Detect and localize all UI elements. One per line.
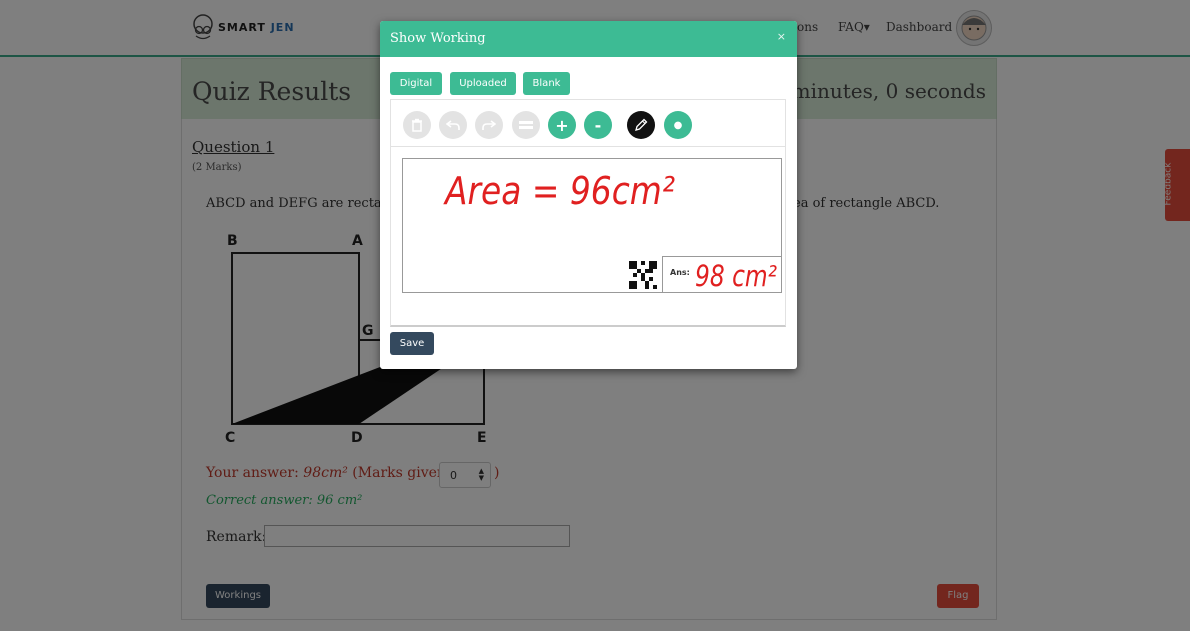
drawing-canvas-area[interactable]: Area = 96cm² Ans: 98 cm² [390,147,786,327]
swap-icon[interactable] [512,111,540,139]
tab-blank[interactable]: Blank [523,72,570,95]
answer-box: Ans: 98 cm² [662,256,781,293]
brush-size-dot-icon[interactable]: ● [664,111,692,139]
handwritten-answer-layer: 98 cm² [695,259,777,293]
undo-icon[interactable] [439,111,467,139]
handwritten-working: Area = 96cm² [442,169,675,213]
modal-title: Show Working [390,31,486,46]
drawing-toolbar: + - ● [390,99,786,147]
zoom-out-button[interactable]: - [584,111,612,139]
save-button[interactable]: Save [390,332,434,355]
modal-header: Show Working × [380,21,797,57]
pencil-icon[interactable] [627,111,655,139]
redo-icon[interactable] [475,111,503,139]
working-paper[interactable]: Area = 96cm² Ans: 98 cm² [402,158,782,293]
trash-icon[interactable] [403,111,431,139]
handwritten-answer: 98 cm² [695,259,777,293]
qr-code-icon [629,261,657,289]
tab-digital[interactable]: Digital [390,72,442,95]
zoom-in-button[interactable]: + [548,111,576,139]
tab-uploaded[interactable]: Uploaded [450,72,516,95]
show-working-modal: Show Working × Digital Uploaded Blank + … [380,21,797,369]
close-icon[interactable]: × [777,30,786,43]
